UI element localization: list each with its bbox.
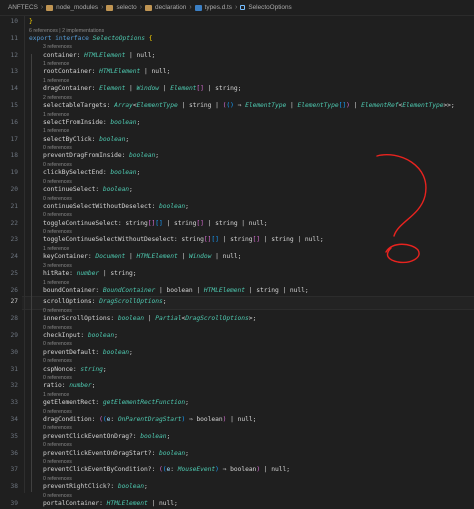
line-number: 39 xyxy=(10,499,18,507)
code-text: portalContainer: HTMLElement | null; xyxy=(43,500,178,507)
code-token: | null; xyxy=(147,499,178,507)
question-mark-dot xyxy=(385,243,420,264)
handwritten-question-mark-annotation xyxy=(376,154,427,264)
code-line[interactable]: 39 portalContainer: HTMLElement | null; xyxy=(0,498,474,509)
question-mark-stroke xyxy=(376,154,427,237)
code-token: portalContainer: xyxy=(43,499,107,507)
code-token: HTMLElement xyxy=(106,499,148,507)
